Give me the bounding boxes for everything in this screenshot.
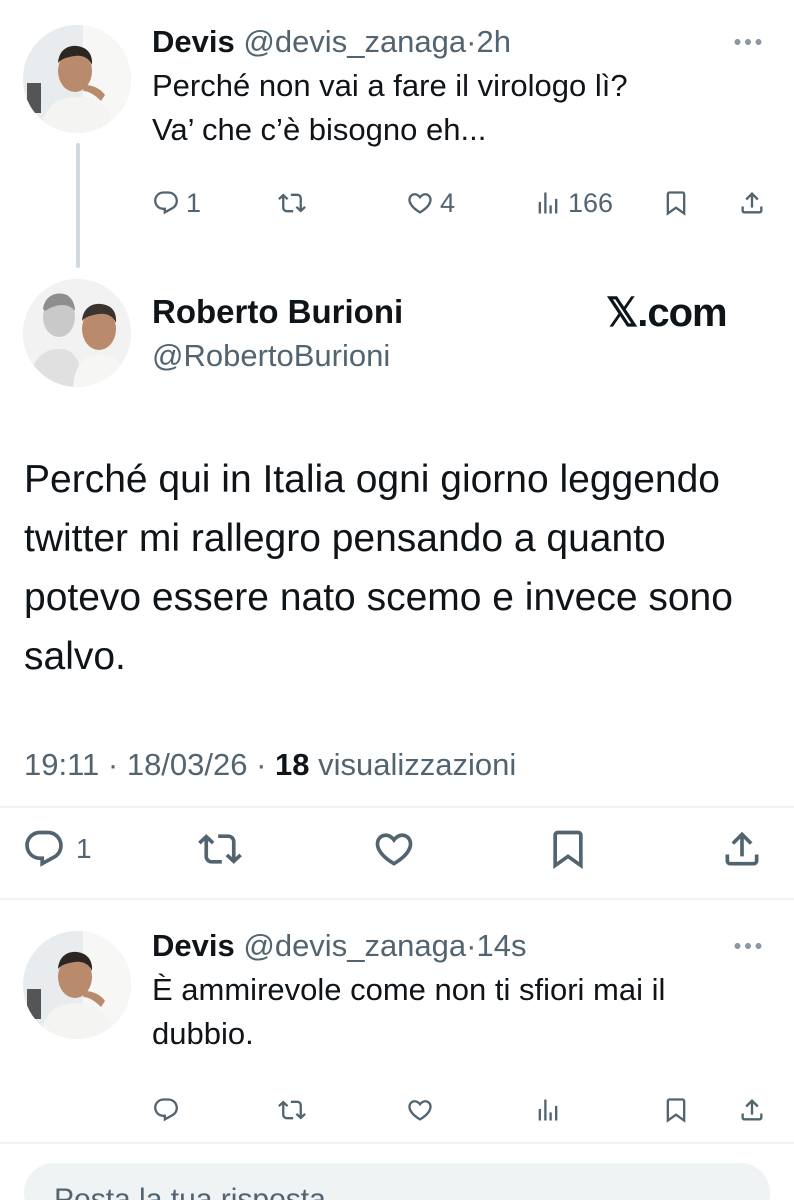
- author-handle[interactable]: @devis_zanaga: [243, 24, 466, 59]
- views-number[interactable]: 18: [275, 747, 309, 782]
- tweet-header: Devis @devis_zanaga·14s: [152, 926, 526, 966]
- share-upload-icon: [738, 189, 766, 217]
- repost-icon: [278, 1096, 306, 1124]
- heart-icon: [406, 189, 434, 217]
- repost-icon: [198, 827, 242, 871]
- divider: [0, 806, 794, 808]
- avatar-photo-icon: [23, 931, 131, 1039]
- avatar-devis[interactable]: [23, 25, 131, 133]
- main-reply-count: 1: [76, 833, 92, 864]
- reply-button[interactable]: 1: [152, 183, 201, 223]
- bar-chart-icon: [534, 1096, 562, 1124]
- share-button[interactable]: [738, 1090, 766, 1130]
- view-count: 166: [568, 187, 614, 218]
- separator-dot: ·: [466, 928, 477, 963]
- reply-button[interactable]: [152, 1090, 180, 1130]
- speech-bubble-icon: [152, 1096, 180, 1124]
- avatar-roberto-burioni[interactable]: [23, 279, 131, 387]
- author-name[interactable]: Devis: [152, 928, 235, 963]
- speech-bubble-icon: [152, 189, 180, 217]
- main-author-name[interactable]: Roberto Burioni: [152, 292, 403, 332]
- x-com-watermark: 𝕏.com: [606, 291, 728, 335]
- tweet-text: È ammirevole come non ti sfiori mai il d…: [152, 972, 666, 1051]
- like-button[interactable]: [406, 1090, 434, 1130]
- views-button[interactable]: 166: [534, 183, 613, 223]
- bookmark-button[interactable]: [662, 1090, 690, 1130]
- main-like-button[interactable]: [372, 824, 416, 874]
- views-button[interactable]: [534, 1090, 562, 1130]
- main-repost-button[interactable]: [198, 824, 242, 874]
- repost-icon: [278, 189, 306, 217]
- heart-icon: [372, 827, 416, 871]
- like-count: 4: [440, 187, 456, 218]
- share-upload-icon: [720, 827, 764, 871]
- main-author-handle[interactable]: @RobertoBurioni: [152, 336, 390, 376]
- share-upload-icon: [738, 1096, 766, 1124]
- ellipsis-icon: [728, 24, 768, 60]
- main-tweet-text: Perché qui in Italia ogni giorno leggend…: [24, 458, 733, 678]
- reply-count: 1: [186, 187, 202, 218]
- repost-button[interactable]: [278, 183, 306, 223]
- avatar-photo-icon: [23, 279, 131, 387]
- like-button[interactable]: 4: [406, 183, 455, 223]
- repost-button[interactable]: [278, 1090, 306, 1130]
- main-reply-button[interactable]: 1: [22, 824, 92, 874]
- views-label[interactable]: visualizzazioni: [310, 747, 516, 782]
- author-name[interactable]: Devis: [152, 24, 235, 59]
- thread-connector-line: [76, 143, 80, 268]
- more-options-button[interactable]: [728, 928, 768, 964]
- reply-compose-box[interactable]: Posta la tua risposta: [24, 1163, 770, 1200]
- reply1-action-bar: 1 4 166: [152, 183, 772, 223]
- main-bookmark-button[interactable]: [546, 824, 590, 874]
- main-action-bar: 1: [0, 824, 794, 874]
- tweet-timestamp-and-views: 19:11 · 18/03/26 · 18 visualizzazioni: [24, 745, 516, 785]
- share-button[interactable]: [738, 183, 766, 223]
- bar-chart-icon: [534, 189, 562, 217]
- bookmark-icon: [546, 827, 590, 871]
- divider: [0, 1142, 794, 1144]
- avatar-devis[interactable]: [23, 931, 131, 1039]
- tweet-header: Devis @devis_zanaga·2h: [152, 22, 511, 62]
- tweet-time[interactable]: 2h: [476, 24, 510, 59]
- divider: [0, 898, 794, 900]
- compose-placeholder: Posta la tua risposta: [54, 1183, 326, 1200]
- main-share-button[interactable]: [720, 824, 764, 874]
- bookmark-icon: [662, 1096, 690, 1124]
- reply2-action-bar: [152, 1090, 772, 1130]
- ellipsis-icon: [728, 928, 768, 964]
- more-options-button[interactable]: [728, 24, 768, 60]
- avatar-photo-icon: [23, 25, 131, 133]
- bookmark-icon: [662, 189, 690, 217]
- heart-icon: [406, 1096, 434, 1124]
- tweet-time[interactable]: 14s: [476, 928, 526, 963]
- tweet-text: Perché non vai a fare il virologo lì? Va…: [152, 68, 628, 147]
- bookmark-button[interactable]: [662, 183, 690, 223]
- author-handle[interactable]: @devis_zanaga: [243, 928, 466, 963]
- speech-bubble-icon: [22, 827, 66, 871]
- separator-dot: ·: [466, 24, 477, 59]
- tweet-timestamp[interactable]: 19:11 · 18/03/26 ·: [24, 747, 275, 782]
